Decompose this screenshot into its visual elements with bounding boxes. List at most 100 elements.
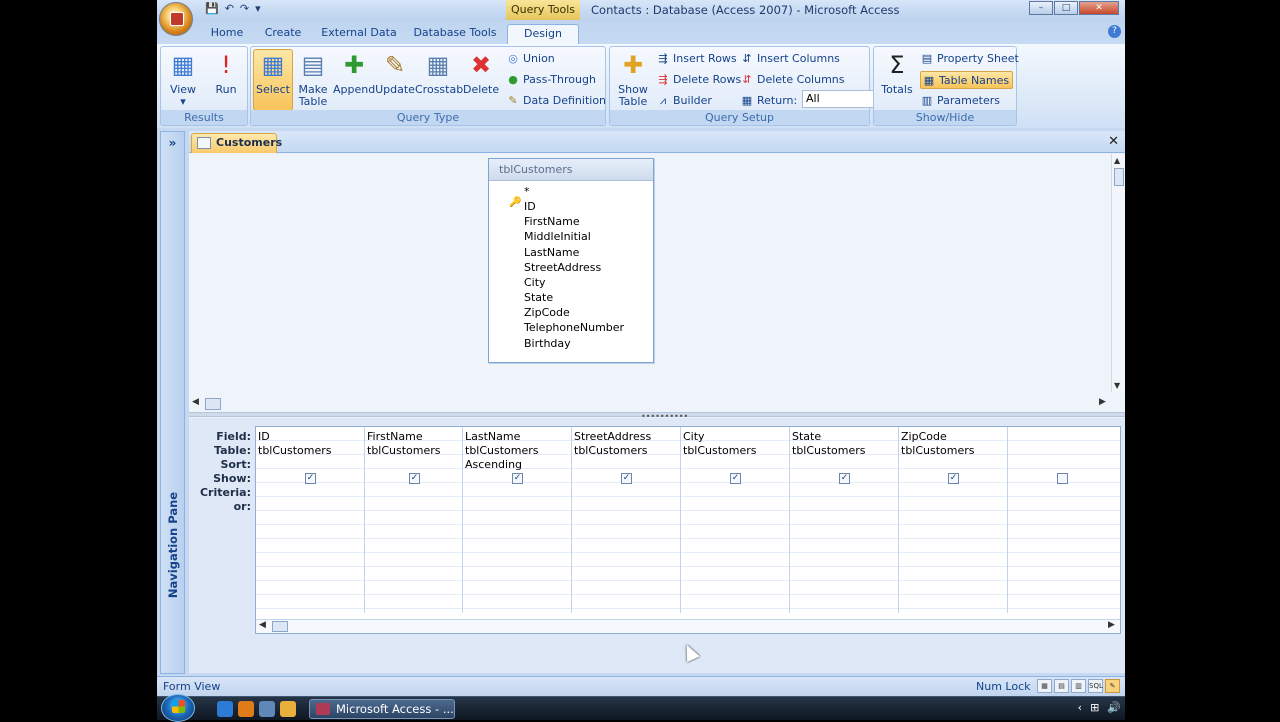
- scroll-left-icon[interactable]: ◀: [259, 620, 266, 630]
- customize-qat-icon[interactable]: ▾: [255, 2, 261, 15]
- grid-field-cell[interactable]: FirstName: [367, 430, 423, 443]
- field-list-item[interactable]: Birthday: [524, 337, 571, 350]
- parameters-button[interactable]: ▥ Parameters: [920, 92, 1000, 110]
- totals-button[interactable]: Σ Totals: [878, 50, 916, 96]
- grid-sort-cell[interactable]: Ascending: [465, 458, 522, 471]
- field-list-item[interactable]: StreetAddress: [524, 261, 601, 274]
- network-icon[interactable]: ⊞: [1090, 701, 1099, 714]
- insert-columns-button[interactable]: ⇵ Insert Columns: [740, 50, 840, 68]
- union-button[interactable]: ◎ Union: [506, 50, 555, 68]
- help-icon[interactable]: ?: [1108, 25, 1121, 38]
- field-list-title[interactable]: tblCustomers: [489, 159, 653, 181]
- tab-database-tools[interactable]: Database Tools: [412, 24, 498, 44]
- insert-rows-button[interactable]: ⇶ Insert Rows: [656, 50, 736, 68]
- show-checkbox[interactable]: ✓: [839, 473, 850, 484]
- show-checkbox[interactable]: ✓: [409, 473, 420, 484]
- delete-query-button[interactable]: ✖ Delete: [463, 50, 499, 96]
- undo-icon[interactable]: ↶: [225, 2, 234, 15]
- crosstab-button[interactable]: ▦ Crosstab: [415, 50, 463, 96]
- scroll-thumb[interactable]: [205, 398, 221, 410]
- data-definition-button[interactable]: ✎ Data Definition: [506, 92, 606, 110]
- tab-create[interactable]: Create: [261, 24, 305, 44]
- internet-explorer-icon[interactable]: [217, 701, 233, 717]
- grid-field-cell[interactable]: ID: [258, 430, 270, 443]
- field-list-item[interactable]: TelephoneNumber: [524, 321, 624, 334]
- table-pane-vertical-scrollbar[interactable]: ▲ ▼: [1111, 154, 1125, 392]
- tab-home[interactable]: Home: [205, 24, 249, 44]
- grid-field-cell[interactable]: StreetAddress: [574, 430, 651, 443]
- grid-column-6[interactable]: State tblCustomers ✓: [790, 427, 899, 613]
- grid-column-3[interactable]: LastName tblCustomers Ascending ✓: [463, 427, 572, 613]
- sql-view-icon[interactable]: SQL: [1088, 679, 1103, 693]
- grid-field-cell[interactable]: State: [792, 430, 821, 443]
- firefox-icon[interactable]: [238, 701, 254, 717]
- tab-design[interactable]: Design: [507, 24, 579, 44]
- pivottable-view-icon[interactable]: ▤: [1054, 679, 1069, 693]
- property-sheet-button[interactable]: ▤ Property Sheet: [920, 50, 1019, 68]
- scroll-down-icon[interactable]: ▼: [1114, 381, 1120, 390]
- grid-table-cell[interactable]: tblCustomers: [258, 444, 332, 457]
- pivotchart-view-icon[interactable]: ▥: [1071, 679, 1086, 693]
- grid-column-7[interactable]: ZipCode tblCustomers ✓: [899, 427, 1008, 613]
- grid-table-cell[interactable]: tblCustomers: [683, 444, 757, 457]
- app-launcher-icon[interactable]: [280, 701, 296, 717]
- grid-column-4[interactable]: StreetAddress tblCustomers ✓: [572, 427, 681, 613]
- scroll-up-icon[interactable]: ▲: [1114, 156, 1120, 165]
- grid-table-cell[interactable]: tblCustomers: [465, 444, 539, 457]
- field-list-item[interactable]: FirstName: [524, 215, 580, 228]
- pass-through-button[interactable]: ● Pass-Through: [506, 71, 596, 89]
- redo-icon[interactable]: ↷: [240, 2, 249, 15]
- save-icon[interactable]: 💾: [205, 2, 219, 15]
- nav-pane-toggle-button[interactable]: »: [161, 132, 184, 154]
- table-pane-horizontal-scrollbar[interactable]: ◀ ▶: [189, 397, 1111, 411]
- grid-table-cell[interactable]: tblCustomers: [574, 444, 648, 457]
- select-query-button[interactable]: ▦ Select: [253, 49, 293, 111]
- datasheet-view-icon[interactable]: ▦: [1037, 679, 1052, 693]
- scroll-right-icon[interactable]: ▶: [1108, 620, 1115, 630]
- office-button[interactable]: [159, 2, 193, 36]
- field-list-tblcustomers[interactable]: tblCustomers 🔑 * ID FirstName MiddleInit…: [488, 158, 654, 363]
- close-document-icon[interactable]: ✕: [1108, 134, 1119, 149]
- field-list-item[interactable]: LastName: [524, 246, 579, 259]
- grid-horizontal-scrollbar[interactable]: ◀ ▶: [256, 619, 1120, 633]
- field-list-item[interactable]: MiddleInitial: [524, 230, 591, 243]
- run-button[interactable]: ! Run: [209, 50, 243, 96]
- builder-button[interactable]: ⩘ Builder: [656, 92, 712, 110]
- table-names-button[interactable]: ▦ Table Names: [920, 71, 1014, 89]
- view-button[interactable]: ▦ View ▾: [165, 50, 201, 108]
- scroll-thumb[interactable]: [272, 621, 288, 632]
- show-checkbox[interactable]: ✓: [305, 473, 316, 484]
- minimize-button[interactable]: –: [1029, 1, 1053, 15]
- navigation-pane[interactable]: » Navigation Pane: [160, 131, 185, 674]
- grid-field-cell[interactable]: ZipCode: [901, 430, 947, 443]
- document-tab-customers[interactable]: Customers: [191, 133, 282, 153]
- grid-column-8[interactable]: [1008, 427, 1120, 613]
- grid-column-2[interactable]: FirstName tblCustomers ✓: [365, 427, 463, 613]
- update-button[interactable]: ✎ Update: [375, 50, 415, 96]
- tray-expand-icon[interactable]: ‹: [1078, 701, 1082, 714]
- volume-icon[interactable]: 🔊: [1107, 701, 1121, 714]
- field-list-item[interactable]: ID: [524, 200, 536, 213]
- delete-rows-button[interactable]: ⇶ Delete Rows: [656, 71, 741, 89]
- scroll-left-icon[interactable]: ◀: [192, 397, 199, 407]
- grid-column-5[interactable]: City tblCustomers ✓: [681, 427, 790, 613]
- pane-splitter[interactable]: ••••••••••: [189, 412, 1125, 421]
- make-table-button[interactable]: ▤ Make Table: [295, 50, 331, 108]
- show-checkbox[interactable]: ✓: [512, 473, 523, 484]
- grid-field-cell[interactable]: City: [683, 430, 705, 443]
- maximize-button[interactable]: □: [1054, 1, 1078, 15]
- scroll-thumb[interactable]: [1114, 168, 1124, 186]
- grid-table-cell[interactable]: tblCustomers: [792, 444, 866, 457]
- show-checkbox-empty[interactable]: [1057, 473, 1068, 484]
- field-list-item[interactable]: *: [524, 185, 530, 198]
- delete-columns-button[interactable]: ⇵ Delete Columns: [740, 71, 844, 89]
- taskbar-item-access[interactable]: Microsoft Access - ...: [309, 699, 455, 719]
- grid-table-cell[interactable]: tblCustomers: [367, 444, 441, 457]
- show-checkbox[interactable]: ✓: [730, 473, 741, 484]
- scroll-right-icon[interactable]: ▶: [1099, 397, 1106, 407]
- close-button[interactable]: ✕: [1079, 1, 1119, 15]
- tab-external-data[interactable]: External Data: [319, 24, 399, 44]
- append-button[interactable]: ✚ Append: [333, 50, 375, 96]
- show-checkbox[interactable]: ✓: [948, 473, 959, 484]
- field-list-item[interactable]: ZipCode: [524, 306, 570, 319]
